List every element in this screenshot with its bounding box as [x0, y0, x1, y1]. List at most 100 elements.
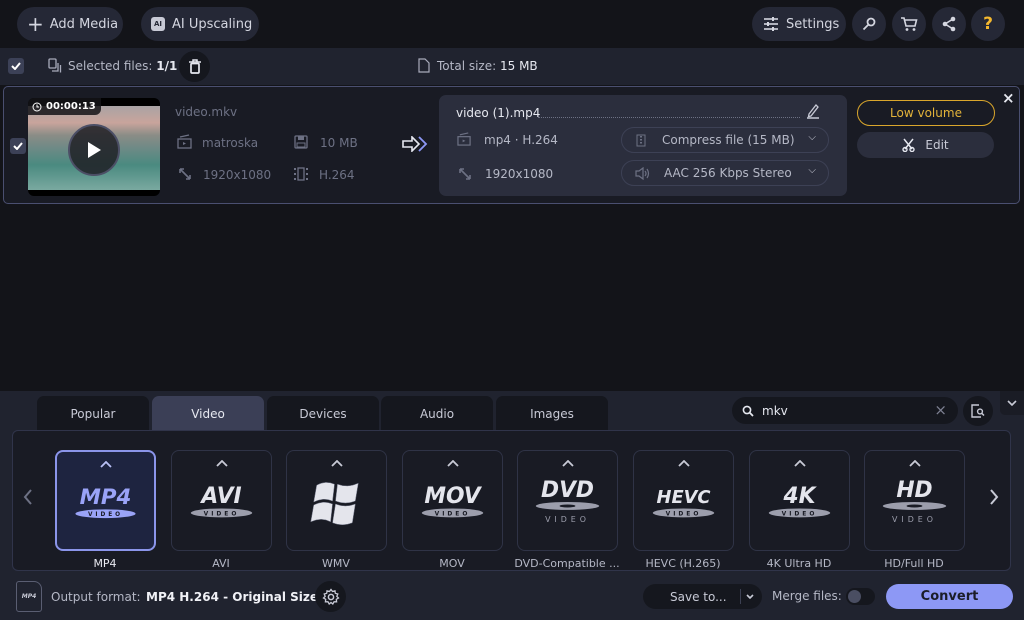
- key-icon: [862, 17, 876, 31]
- tab-images[interactable]: Images: [496, 396, 608, 431]
- compress-dropdown[interactable]: Compress file (15 MB) ⌵: [621, 127, 829, 153]
- source-container: matroska: [202, 136, 259, 150]
- format-search-box: ×: [732, 397, 958, 424]
- svg-text:HD: HD: [896, 478, 932, 503]
- codec-icon: [294, 167, 308, 181]
- file-checkbox[interactable]: [10, 138, 26, 154]
- gear-icon: [321, 587, 340, 605]
- svg-text:VIDEO: VIDEO: [666, 510, 702, 517]
- format-tile-label: HEVC (H.265): [645, 557, 721, 570]
- expand-caret-icon[interactable]: [287, 455, 386, 471]
- format-tile-label: MOV: [439, 557, 465, 570]
- format-tile-dvd-compatible[interactable]: DVD VIDEO: [517, 450, 618, 551]
- audio-dropdown[interactable]: AAC 256 Kbps Stereo ⌵: [621, 160, 829, 186]
- format-tile-mov[interactable]: MOV VIDEO: [402, 450, 503, 551]
- tab-label: Images: [530, 406, 574, 421]
- output-filename[interactable]: video (1).mp4: [456, 106, 540, 120]
- format-logo-icon: MOV VIDEO: [403, 473, 502, 533]
- help-button[interactable]: ?: [971, 7, 1005, 41]
- video-thumbnail[interactable]: 00:00:13: [28, 98, 160, 196]
- expand-caret-icon[interactable]: [57, 456, 154, 472]
- file-search-icon: [971, 404, 985, 418]
- add-media-button[interactable]: + Add Media: [17, 7, 123, 41]
- resolution-icon: [179, 168, 191, 180]
- format-tile-label: HD/Full HD: [884, 557, 944, 570]
- delete-button[interactable]: [179, 51, 210, 82]
- cart-button[interactable]: [892, 7, 926, 41]
- edit-button[interactable]: Edit: [857, 132, 994, 158]
- format-tile-hd-full-hd[interactable]: HD VIDEO: [864, 450, 965, 551]
- output-format-icon-text: MP4: [21, 593, 37, 600]
- select-all-checkbox[interactable]: [8, 58, 24, 74]
- format-tile-label: DVD-Compatible ...: [514, 557, 620, 570]
- pencil-icon[interactable]: [806, 103, 820, 119]
- find-by-file-button[interactable]: [963, 396, 993, 426]
- format-tile-mp4[interactable]: MP4 VIDEO: [55, 450, 156, 551]
- format-tile-4k-ultra-hd[interactable]: 4K VIDEO: [749, 450, 850, 551]
- total-size-value: 15 MB: [499, 59, 538, 73]
- tab-audio[interactable]: Audio: [381, 396, 493, 431]
- expand-caret-icon[interactable]: [403, 455, 502, 471]
- clear-search-icon[interactable]: ×: [934, 401, 947, 419]
- expand-caret-icon[interactable]: [865, 455, 964, 471]
- format-logo-icon: HEVC VIDEO: [634, 473, 733, 533]
- format-tile-avi[interactable]: AVI VIDEO: [171, 450, 272, 551]
- key-button[interactable]: [852, 7, 886, 41]
- speaker-icon: [635, 166, 650, 180]
- file-list-empty-area: [0, 206, 1024, 391]
- files-icon: [48, 58, 62, 73]
- format-logo-icon: HD VIDEO: [865, 473, 964, 533]
- format-search-input[interactable]: [762, 403, 922, 418]
- format-tile-label: AVI: [212, 557, 230, 570]
- file-item[interactable]: 00:00:13 video.mkv matroska 10 MB 1920x1…: [3, 86, 1020, 204]
- source-resolution: 1920x1080: [203, 168, 272, 182]
- svg-text:VIDEO: VIDEO: [435, 510, 471, 517]
- collapse-panel-button[interactable]: [1000, 391, 1024, 415]
- tab-label: Devices: [299, 406, 347, 421]
- format-tile-label: WMV: [322, 557, 350, 570]
- selected-files-text: Selected files: 1/1: [68, 59, 177, 73]
- convert-button[interactable]: Convert: [886, 584, 1013, 609]
- remove-file-button[interactable]: ×: [1002, 89, 1015, 107]
- expand-caret-icon[interactable]: [172, 455, 271, 471]
- output-format-icon: MP4: [16, 581, 42, 612]
- total-size-text: Total size: 15 MB: [437, 59, 538, 73]
- format-tile-hevc-h-265[interactable]: HEVC VIDEO: [633, 450, 734, 551]
- output-format-label: Output format:: [51, 590, 141, 604]
- source-codec: H.264: [319, 168, 355, 182]
- format-tile-wmv[interactable]: [286, 450, 387, 551]
- tab-popular[interactable]: Popular: [37, 396, 149, 431]
- container-icon: [177, 134, 192, 149]
- save-to-button[interactable]: Save to...: [643, 584, 762, 609]
- format-logo-icon: AVI VIDEO: [172, 473, 271, 533]
- output-settings-panel: video (1).mp4 mp4 · H.264 1920x1080 Comp…: [439, 95, 847, 196]
- tab-video[interactable]: Video: [152, 396, 264, 431]
- svg-text:4K: 4K: [782, 484, 817, 509]
- svg-text:VIDEO: VIDEO: [782, 510, 818, 517]
- share-button[interactable]: [932, 7, 966, 41]
- svg-text:VIDEO: VIDEO: [204, 510, 240, 517]
- merge-files-toggle[interactable]: [846, 588, 875, 605]
- chevron-down-icon[interactable]: [746, 594, 754, 599]
- format-tile-label: 4K Ultra HD: [766, 557, 832, 570]
- total-size-label: Total size:: [437, 59, 497, 73]
- tab-devices[interactable]: Devices: [267, 396, 379, 431]
- ai-upscaling-button[interactable]: AI AI Upscaling: [141, 7, 259, 41]
- settings-label: Settings: [786, 16, 840, 32]
- plus-icon: +: [27, 12, 44, 36]
- output-settings-button[interactable]: [315, 581, 346, 612]
- source-size: 10 MB: [320, 136, 358, 150]
- expand-caret-icon[interactable]: [518, 455, 617, 471]
- play-button[interactable]: [68, 124, 120, 176]
- ai-chip-icon: AI: [151, 17, 165, 31]
- settings-button[interactable]: Settings: [752, 7, 846, 41]
- gallery-prev-button[interactable]: [23, 489, 33, 509]
- expand-caret-icon[interactable]: [634, 455, 733, 471]
- format-logo-icon: MP4 VIDEO: [57, 474, 154, 534]
- chevron-left-icon: [23, 489, 32, 505]
- low-volume-button[interactable]: Low volume: [857, 100, 995, 126]
- format-logo-icon: DVD VIDEO: [518, 473, 617, 533]
- expand-caret-icon[interactable]: [750, 455, 849, 471]
- svg-text:DVD: DVD: [541, 478, 594, 503]
- gallery-next-button[interactable]: [989, 489, 999, 509]
